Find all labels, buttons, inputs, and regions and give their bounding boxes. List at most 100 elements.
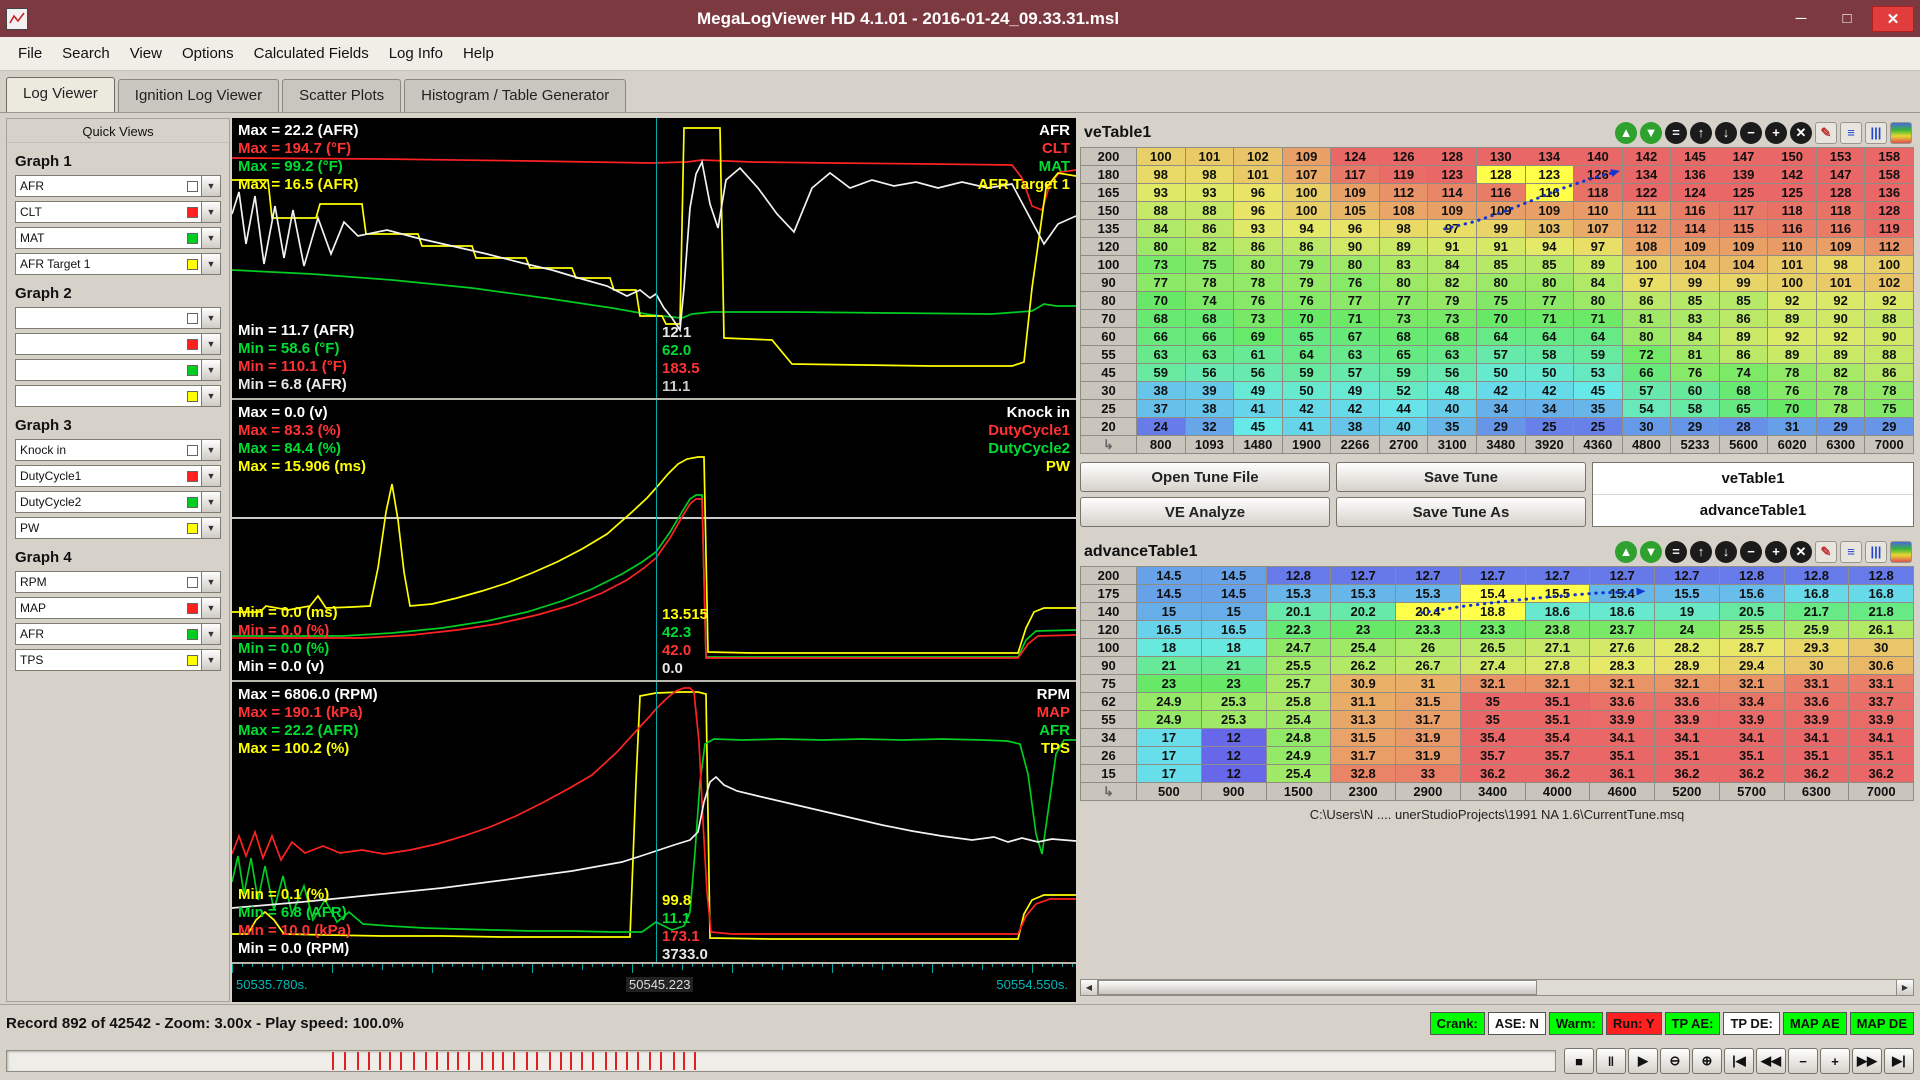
advancetable1-cell[interactable]: 36.1 bbox=[1590, 765, 1655, 783]
vetable1-cell[interactable]: 99 bbox=[1671, 274, 1720, 292]
vetable1-cell[interactable]: 116 bbox=[1525, 184, 1574, 202]
menu-item-search[interactable]: Search bbox=[52, 39, 120, 68]
advancetable1-cell[interactable]: 31.1 bbox=[1331, 693, 1396, 711]
edit-pencil-button[interactable]: ✎ bbox=[1815, 122, 1837, 144]
advancetable1-cell[interactable]: 35.4 bbox=[1460, 729, 1525, 747]
field-combo-dutycycle2[interactable]: DutyCycle2▼ bbox=[15, 491, 221, 513]
advancetable1-cell[interactable]: 23.3 bbox=[1460, 621, 1525, 639]
advancetable1-cell[interactable]: 15.5 bbox=[1525, 585, 1590, 603]
stop-button[interactable]: ■ bbox=[1564, 1048, 1594, 1074]
field-combo-rpm[interactable]: RPM▼ bbox=[15, 571, 221, 593]
faster-button[interactable]: + bbox=[1820, 1048, 1850, 1074]
vetable1-cell[interactable]: 118 bbox=[1768, 202, 1817, 220]
vetable1-cell[interactable]: 105 bbox=[1331, 202, 1380, 220]
vetable1-cell[interactable]: 42 bbox=[1331, 400, 1380, 418]
field-combo-item[interactable]: ▼ bbox=[15, 307, 221, 329]
vetable1-cell[interactable]: 49 bbox=[1234, 382, 1283, 400]
save-tune-as-button[interactable]: Save Tune As bbox=[1336, 497, 1586, 527]
vetable1-cell[interactable]: 89 bbox=[1574, 256, 1623, 274]
vetable1-cell[interactable]: 40 bbox=[1379, 418, 1428, 436]
vetable1-cell[interactable]: 109 bbox=[1476, 202, 1525, 220]
vetable1-cell[interactable]: 78 bbox=[1768, 364, 1817, 382]
vetable1-cell[interactable]: 123 bbox=[1525, 166, 1574, 184]
vetable1-cell[interactable]: 58 bbox=[1671, 400, 1720, 418]
vetable1-cell[interactable]: 104 bbox=[1719, 256, 1768, 274]
field-combo-afr[interactable]: AFR▼ bbox=[15, 175, 221, 197]
advancetable1-cell[interactable]: 24.8 bbox=[1266, 729, 1331, 747]
vetable1-cell[interactable]: 94 bbox=[1282, 220, 1331, 238]
vetable1-cell[interactable]: 76 bbox=[1331, 274, 1380, 292]
advancetable1-cell[interactable]: 25.3 bbox=[1201, 693, 1266, 711]
advancetable1-cell[interactable]: 33.9 bbox=[1784, 711, 1849, 729]
vetable1-cell[interactable]: 59 bbox=[1282, 364, 1331, 382]
vetable1-cell[interactable]: 82 bbox=[1185, 238, 1234, 256]
chart-graph-1[interactable]: Max = 22.2 (AFR)Max = 194.7 (°F)Max = 99… bbox=[232, 118, 1076, 400]
decrease-button[interactable]: ↓ bbox=[1715, 541, 1737, 563]
vetable1-cell[interactable]: 96 bbox=[1234, 202, 1283, 220]
vetable1-cell[interactable]: 107 bbox=[1282, 166, 1331, 184]
vetable1-cell[interactable]: 111 bbox=[1622, 202, 1671, 220]
set-value-button[interactable]: = bbox=[1665, 122, 1687, 144]
vetable1-cell[interactable]: 80 bbox=[1234, 256, 1283, 274]
vetable1-cell[interactable]: 136 bbox=[1865, 184, 1914, 202]
advancetable1-cell[interactable]: 16.8 bbox=[1849, 585, 1914, 603]
vetable1-cell[interactable]: 40 bbox=[1428, 400, 1477, 418]
advancetable1-cell[interactable]: 21.7 bbox=[1784, 603, 1849, 621]
advancetable1-cell[interactable]: 25.4 bbox=[1266, 711, 1331, 729]
vetable1-cell[interactable]: 41 bbox=[1282, 418, 1331, 436]
vetable1-cell[interactable]: 45 bbox=[1574, 382, 1623, 400]
ve-analyze-button[interactable]: VE Analyze bbox=[1080, 497, 1330, 527]
vetable1-cell[interactable]: 158 bbox=[1865, 148, 1914, 166]
vetable1-cell[interactable]: 109 bbox=[1525, 202, 1574, 220]
vetable1-cell[interactable]: 84 bbox=[1137, 220, 1186, 238]
vetable1-cell[interactable]: 61 bbox=[1234, 346, 1283, 364]
vetable1-cell[interactable]: 85 bbox=[1476, 256, 1525, 274]
scroll-right-button[interactable]: ▶ bbox=[1896, 980, 1913, 995]
advancetable1-cell[interactable]: 22.3 bbox=[1266, 621, 1331, 639]
vetable1-cell[interactable]: 145 bbox=[1671, 148, 1720, 166]
vetable1-cell[interactable]: 57 bbox=[1476, 346, 1525, 364]
scrollbar-thumb[interactable] bbox=[1098, 980, 1537, 995]
advancetable1-cell[interactable]: 20.1 bbox=[1266, 603, 1331, 621]
vetable1-cell[interactable]: 63 bbox=[1137, 346, 1186, 364]
vetable1-cell[interactable]: 96 bbox=[1331, 220, 1380, 238]
advancetable1-cell[interactable]: 18 bbox=[1201, 639, 1266, 657]
advancetable1-cell[interactable]: 16.8 bbox=[1784, 585, 1849, 603]
vetable1-cell[interactable]: 114 bbox=[1428, 184, 1477, 202]
advancetable1-cell[interactable]: 27.4 bbox=[1460, 657, 1525, 675]
menu-item-calculated-fields[interactable]: Calculated Fields bbox=[244, 39, 379, 68]
vetable1-cell[interactable]: 30 bbox=[1622, 418, 1671, 436]
vetable1-cell[interactable]: 42 bbox=[1476, 382, 1525, 400]
vetable1-cell[interactable]: 73 bbox=[1428, 310, 1477, 328]
chart-graph-3[interactable]: Max = 0.0 (v)Max = 83.3 (%)Max = 84.4 (%… bbox=[232, 400, 1076, 682]
scale-down-button[interactable]: ▼ bbox=[1640, 122, 1662, 144]
vetable1-cell[interactable]: 98 bbox=[1137, 166, 1186, 184]
vetable1-cell[interactable]: 116 bbox=[1476, 184, 1525, 202]
vetable1-cell[interactable]: 80 bbox=[1331, 256, 1380, 274]
vetable1-cell[interactable]: 136 bbox=[1671, 166, 1720, 184]
advancetable1-cell[interactable]: 26.2 bbox=[1331, 657, 1396, 675]
advancetable1-cell[interactable]: 33.6 bbox=[1590, 693, 1655, 711]
vetable1-cell[interactable]: 89 bbox=[1768, 310, 1817, 328]
vetable1-cell[interactable]: 25 bbox=[1525, 418, 1574, 436]
vetable1-cell[interactable]: 110 bbox=[1574, 202, 1623, 220]
vetable1-cell[interactable]: 92 bbox=[1768, 328, 1817, 346]
vetable1-cell[interactable]: 112 bbox=[1622, 220, 1671, 238]
advancetable1-cell[interactable]: 35.1 bbox=[1849, 747, 1914, 765]
vetable1-cell[interactable]: 90 bbox=[1865, 328, 1914, 346]
vetable1-cell[interactable]: 82 bbox=[1428, 274, 1477, 292]
chevron-down-icon[interactable]: ▼ bbox=[201, 518, 220, 538]
vetable1-cell[interactable]: 97 bbox=[1622, 274, 1671, 292]
vetable1-cell[interactable]: 37 bbox=[1137, 400, 1186, 418]
advancetable1-cell[interactable]: 28.7 bbox=[1719, 639, 1784, 657]
vetable1-cell[interactable]: 99 bbox=[1476, 220, 1525, 238]
vetable1-cell[interactable]: 76 bbox=[1234, 292, 1283, 310]
vetable1-cell[interactable]: 104 bbox=[1671, 256, 1720, 274]
vetable1-cell[interactable]: 63 bbox=[1428, 346, 1477, 364]
vetable1-cell[interactable]: 56 bbox=[1185, 364, 1234, 382]
vetable1-cell[interactable]: 65 bbox=[1282, 328, 1331, 346]
chevron-down-icon[interactable]: ▼ bbox=[201, 440, 220, 460]
vetable1-cell[interactable]: 98 bbox=[1185, 166, 1234, 184]
vetable1-cell[interactable]: 88 bbox=[1865, 346, 1914, 364]
vetable1-cell[interactable]: 75 bbox=[1865, 400, 1914, 418]
